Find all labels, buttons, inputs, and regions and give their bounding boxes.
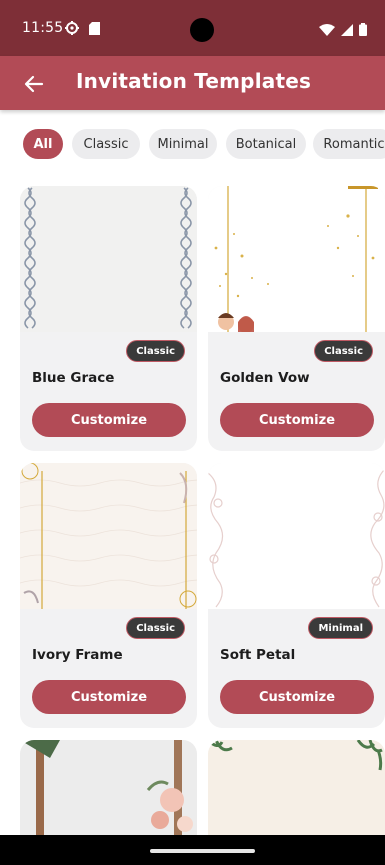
template-card[interactable]: Classic Golden Vow Customize (208, 186, 385, 451)
home-gesture-handle[interactable] (150, 849, 255, 853)
chip-romantic[interactable]: Romantic (313, 129, 385, 159)
category-badge: Classic (314, 340, 373, 362)
filter-chips: All Classic Minimal Botanical Romantic (0, 129, 385, 159)
status-bar: 11:55 (0, 0, 385, 56)
customize-button[interactable]: Customize (220, 680, 374, 714)
template-thumbnail (20, 186, 197, 332)
wifi-icon (319, 21, 335, 40)
template-card[interactable] (208, 740, 385, 835)
template-name: Blue Grace (32, 370, 115, 386)
template-thumbnail (208, 740, 385, 835)
customize-button[interactable]: Customize (32, 680, 186, 714)
back-button[interactable] (20, 70, 48, 98)
template-thumbnail (208, 463, 385, 609)
page-title: Invitation Templates (76, 69, 312, 93)
battery-icon (359, 21, 367, 40)
camera-cutout (190, 18, 214, 42)
template-card[interactable] (20, 740, 197, 835)
template-name: Ivory Frame (32, 647, 123, 663)
category-badge: Minimal (308, 617, 373, 639)
customize-button[interactable]: Customize (220, 403, 374, 437)
system-nav-bar (0, 835, 385, 865)
template-card[interactable]: Classic Ivory Frame Customize (20, 463, 197, 728)
template-thumbnail (20, 740, 197, 835)
status-time: 11:55 (22, 20, 64, 36)
template-thumbnail (20, 463, 197, 609)
template-card[interactable]: Classic Blue Grace Customize (20, 186, 197, 451)
arrow-left-icon (20, 75, 48, 102)
template-card[interactable]: Minimal Soft Petal Customize (208, 463, 385, 728)
template-thumbnail (208, 186, 385, 332)
template-name: Golden Vow (220, 370, 310, 386)
category-badge: Classic (126, 617, 185, 639)
category-badge: Classic (126, 340, 185, 362)
customize-button[interactable]: Customize (32, 403, 186, 437)
app-bar: Invitation Templates (0, 56, 385, 110)
chip-classic[interactable]: Classic (72, 129, 140, 159)
template-name: Soft Petal (220, 647, 296, 663)
chip-all[interactable]: All (23, 129, 63, 159)
sd-card-icon (89, 20, 100, 39)
gear-icon (65, 20, 79, 39)
chip-minimal[interactable]: Minimal (149, 129, 217, 159)
signal-icon (341, 21, 353, 40)
chip-botanical[interactable]: Botanical (226, 129, 306, 159)
